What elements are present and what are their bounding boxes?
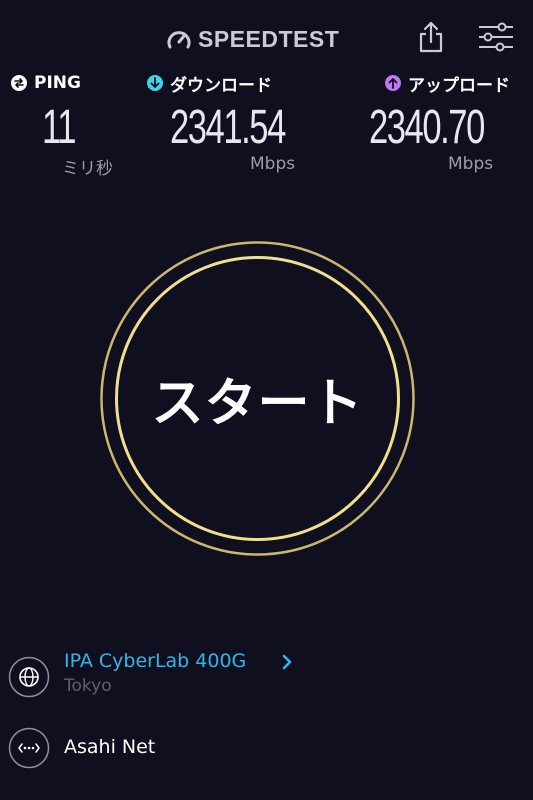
server-name[interactable]: IPA CyberLab 400G <box>64 650 246 672</box>
settings-button[interactable] <box>476 22 516 52</box>
download-label: ダウンロード <box>170 75 272 96</box>
ping-label: PING <box>34 73 81 93</box>
upload-arrow-icon <box>385 75 401 91</box>
start-button[interactable]: スタート <box>99 240 416 557</box>
ping-value: 11 <box>42 101 76 154</box>
logo-text: SPEEDTEST <box>198 25 340 52</box>
connection-dots-icon <box>8 727 50 769</box>
speedtest-logo-icon <box>167 31 191 49</box>
globe-icon <box>8 656 50 698</box>
server-location: Tokyo <box>64 676 112 696</box>
ping-unit: ミリ秒 <box>62 159 113 179</box>
settings-sliders-icon <box>479 22 513 52</box>
chevron-right-icon[interactable] <box>280 653 294 671</box>
upload-label: アップロード <box>408 75 510 96</box>
upload-value: 2340.70 <box>369 101 485 154</box>
upload-metric: アップロード 2340.70 Mbps <box>369 68 510 174</box>
download-metric: ダウンロード 2341.54 Mbps <box>146 68 295 174</box>
download-arrow-icon <box>147 75 163 91</box>
isp-name: Asahi Net <box>64 736 156 758</box>
download-value: 2341.54 <box>170 101 286 154</box>
speedtest-logo: SPEEDTEST <box>166 22 339 56</box>
upload-unit: Mbps <box>448 154 494 174</box>
start-label: スタート <box>151 374 364 434</box>
share-icon <box>419 21 443 53</box>
share-button[interactable] <box>416 20 446 54</box>
ping-metric: PING 11 ミリ秒 <box>10 68 113 179</box>
download-unit: Mbps <box>250 154 296 174</box>
top-bar: SPEEDTEST <box>0 0 533 74</box>
ping-icon <box>11 75 27 91</box>
isp-row: Asahi Net <box>8 727 528 773</box>
server-selector[interactable]: IPA CyberLab 400G Tokyo <box>8 650 528 702</box>
